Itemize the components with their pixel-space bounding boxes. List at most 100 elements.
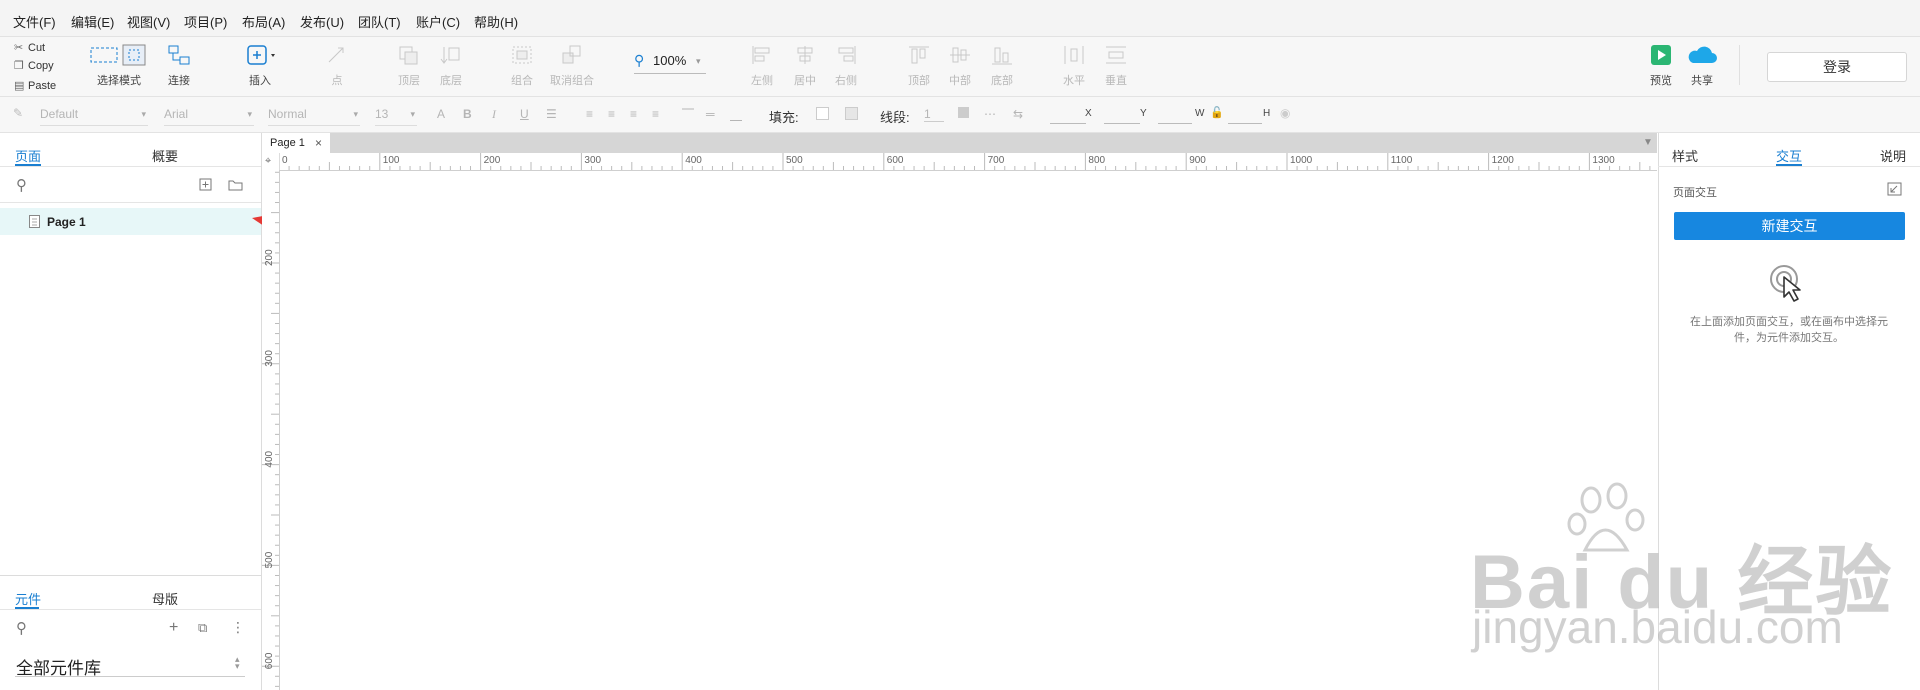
add-page-icon[interactable] [199, 178, 212, 191]
align-bottom-button[interactable]: 底部 [985, 44, 1019, 88]
font-size-select[interactable]: 13 ▾ [375, 103, 417, 126]
share-button[interactable]: 共享 [1684, 44, 1720, 88]
x-field[interactable] [1050, 123, 1086, 124]
menu-help[interactable]: 帮助(H) [474, 12, 518, 31]
search-icon[interactable]: ⚲ [16, 176, 27, 194]
add-folder-icon[interactable] [228, 178, 243, 191]
select-mode-icon [90, 44, 146, 66]
tab-widgets[interactable]: 元件 [15, 589, 41, 608]
share-label: 共享 [1691, 75, 1713, 87]
eye-icon[interactable]: ◉ [1280, 106, 1290, 120]
plus-icon[interactable]: + [169, 619, 178, 637]
point-icon [328, 47, 344, 63]
connect-button[interactable]: 连接 [160, 44, 198, 88]
divider [0, 202, 261, 203]
login-button[interactable]: 登录 [1767, 52, 1907, 82]
tab-pages[interactable]: 页面 [15, 146, 41, 165]
bold-icon[interactable]: B [463, 107, 472, 121]
tab-outline[interactable]: 概要 [152, 146, 178, 165]
y-field[interactable] [1104, 123, 1140, 124]
align-top-label: 顶部 [908, 75, 930, 87]
group-button[interactable]: 组合 [505, 44, 539, 88]
align-text-right-icon[interactable]: ≡ [630, 107, 637, 121]
menu-team[interactable]: 团队(T) [358, 12, 401, 31]
plus-icon [247, 45, 275, 65]
font-weight-select[interactable]: Normal ▾ [268, 103, 360, 126]
tab-style[interactable]: 样式 [1672, 146, 1698, 165]
align-right-button[interactable]: 右侧 [829, 44, 863, 88]
align-text-justify-icon[interactable]: ≡ [652, 107, 659, 121]
new-interaction-button[interactable]: 新建交互 [1674, 212, 1905, 240]
fill-color-swatch[interactable] [816, 107, 829, 120]
click-cursor-icon [1770, 265, 1801, 302]
fill-shadow-swatch[interactable] [845, 107, 858, 120]
style-select[interactable]: Default ▾ [40, 103, 148, 126]
cut-button[interactable]: ✂ Cut [14, 41, 45, 54]
menu-file[interactable]: 文件(F) [13, 12, 56, 31]
align-middle-button[interactable]: 中部 [943, 44, 977, 88]
distribute-vertical-button[interactable]: 垂直 [1099, 44, 1133, 88]
copy-label: Copy [28, 60, 54, 72]
zoom-select[interactable]: ⚲ 100% ▾ [634, 51, 706, 74]
menu-publish[interactable]: 发布(U) [300, 12, 344, 31]
menu-layout[interactable]: 布局(A) [242, 12, 285, 31]
arrow-style-icon[interactable]: ⇆ [1013, 107, 1023, 121]
width-field[interactable] [1158, 123, 1192, 124]
paste-button[interactable]: ▤ Paste [14, 79, 56, 92]
menu-account[interactable]: 账户(C) [416, 12, 460, 31]
section-title: 页面交互 [1673, 187, 1717, 199]
copy-button[interactable]: ❐ Copy [14, 59, 54, 72]
ruler-label: 200 [484, 155, 501, 166]
point-button[interactable]: 点 [320, 44, 354, 88]
valign-bottom-icon[interactable]: ⎽ [730, 107, 742, 122]
stroke-width-value[interactable]: 1 [924, 107, 944, 122]
font-select[interactable]: Arial ▾ [164, 103, 254, 126]
align-left-button[interactable]: 左侧 [745, 44, 779, 88]
canvas-area[interactable] [280, 171, 1657, 690]
align-text-center-icon[interactable]: ≡ [608, 107, 615, 121]
stroke-pattern-icon[interactable]: ⋯ [984, 107, 996, 121]
align-text-left-icon[interactable]: ≡ [586, 107, 593, 121]
tab-notes[interactable]: 说明 [1880, 146, 1906, 165]
tab-page-1[interactable]: Page 1 × [262, 133, 330, 153]
tab-masters[interactable]: 母版 [152, 589, 178, 608]
horizontal-ruler-ticks: 0 100 200 300 400 500 600 700 800 900 1000 1100 1200… [279, 153, 1651, 170]
valign-top-icon[interactable]: ⎺ [682, 107, 694, 122]
align-right-label: 右侧 [835, 75, 857, 87]
tab-interactions[interactable]: 交互 [1776, 146, 1802, 165]
font-color-icon[interactable]: A [437, 107, 445, 121]
distribute-horizontal-icon [1064, 46, 1084, 64]
library-select[interactable]: 全部元件库 ▴ ▾ [15, 650, 245, 678]
menu-view[interactable]: 视图(V) [127, 12, 170, 31]
ruler-label: 700 [988, 155, 1005, 166]
ungroup-button[interactable]: 取消组合 [548, 44, 596, 88]
italic-icon[interactable]: I [492, 107, 496, 122]
page-list-item[interactable]: Page 1 [0, 208, 261, 235]
chevron-down-icon[interactable]: ▼ [1643, 137, 1653, 148]
send-to-back-button[interactable]: 底层 [434, 44, 468, 88]
menu-project[interactable]: 项目(P) [184, 12, 227, 31]
library-icon[interactable]: ⧉ [198, 620, 207, 636]
close-icon[interactable]: × [315, 136, 322, 150]
search-icon[interactable]: ⚲ [16, 619, 27, 637]
align-center-button[interactable]: 居中 [788, 44, 822, 88]
lock-icon[interactable]: 🔓 [1210, 106, 1224, 119]
height-field[interactable] [1228, 123, 1262, 124]
bullet-list-icon[interactable]: ☰ [546, 107, 557, 121]
distribute-horizontal-button[interactable]: 水平 [1057, 44, 1091, 88]
preview-button[interactable]: 预览 [1645, 44, 1677, 88]
underline-icon[interactable]: U [520, 107, 529, 121]
stroke-color-swatch[interactable] [958, 107, 969, 118]
ruler-label: 0 [282, 155, 288, 166]
expand-icon[interactable] [1887, 182, 1902, 196]
valign-middle-icon[interactable]: ═ [706, 107, 715, 121]
chevron-updown-icon: ▴ ▾ [235, 654, 240, 671]
layer-bottom-icon [440, 47, 460, 64]
menu-edit[interactable]: 编辑(E) [71, 12, 114, 31]
h-label: H [1263, 108, 1271, 119]
align-top-button[interactable]: 顶部 [902, 44, 936, 88]
bring-to-front-button[interactable]: 顶层 [392, 44, 426, 88]
insert-button[interactable]: 插入 [240, 44, 280, 88]
select-mode-button[interactable]: 选择模式 [84, 44, 154, 88]
more-vertical-icon[interactable]: ⋮ [231, 619, 245, 636]
